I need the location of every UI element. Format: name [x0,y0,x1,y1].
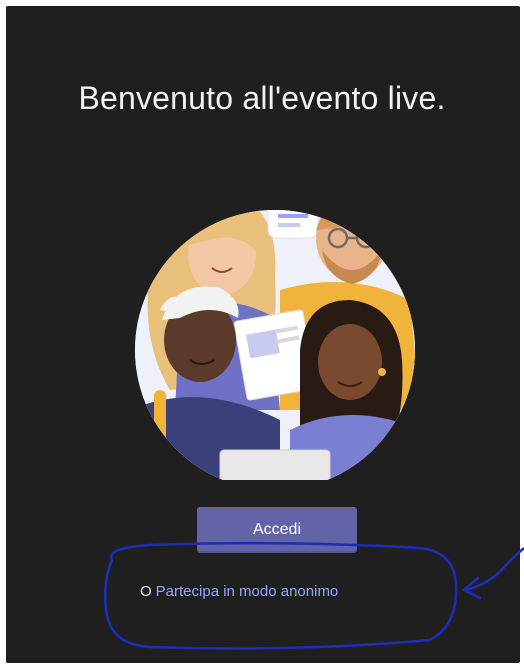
welcome-title: Benvenuto all'evento live. [78,80,446,116]
anonymous-join-row: O Partecipa in modo anonimo [140,583,338,600]
anon-prefix: O [140,583,152,600]
page-frame: Benvenuto all'evento live. Accedi O Part… [0,0,524,669]
people-group-illustration [135,210,415,480]
join-anonymously-link[interactable]: Partecipa in modo anonimo [156,583,339,600]
signin-button[interactable]: Accedi [197,507,357,553]
